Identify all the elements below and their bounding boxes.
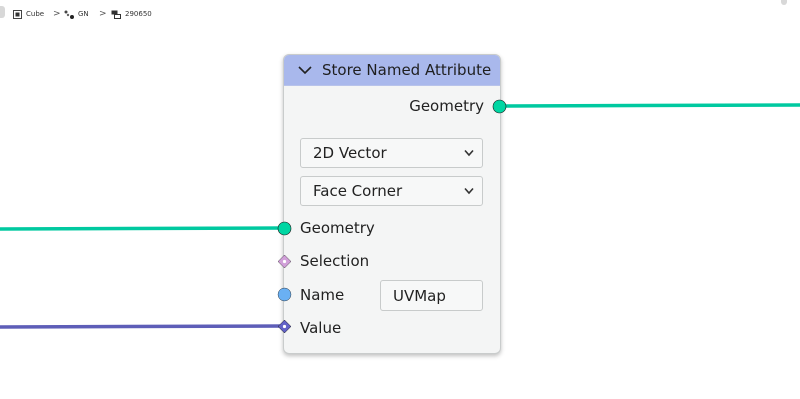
breadcrumb-label: 290650 <box>125 10 152 18</box>
geometry-nodes-icon <box>64 10 74 19</box>
node-header[interactable]: Store Named Attribute <box>284 55 500 86</box>
data-type-dropdown[interactable]: 2D Vector <box>300 138 483 168</box>
value-input-socket[interactable] <box>277 319 292 334</box>
chevron-down-icon <box>464 149 474 157</box>
breadcrumb-separator: > <box>99 9 107 19</box>
breadcrumb-label: Cube <box>26 10 45 18</box>
selection-input-socket[interactable] <box>277 254 292 269</box>
domain-value: Face Corner <box>313 182 403 200</box>
breadcrumb-separator: > <box>53 9 61 19</box>
store-named-attribute-node[interactable]: Store Named Attribute Geometry 2D Vector… <box>283 54 501 354</box>
breadcrumb-item-modifier[interactable]: GN <box>64 6 89 22</box>
domain-dropdown[interactable]: Face Corner <box>300 176 483 206</box>
chevron-down-icon <box>464 187 474 195</box>
input-value-label: Value <box>300 319 342 337</box>
geometry-input-link[interactable] <box>0 226 285 231</box>
name-input[interactable]: UVMap <box>380 280 483 311</box>
object-icon <box>13 9 22 19</box>
breadcrumb-label: GN <box>78 10 89 18</box>
input-selection-label: Selection <box>300 252 370 270</box>
name-input-value: UVMap <box>393 286 446 305</box>
left-panel-tab[interactable] <box>0 6 5 18</box>
data-type-value: 2D Vector <box>313 144 387 162</box>
value-input-link[interactable] <box>0 324 285 329</box>
breadcrumb-item-object[interactable]: Cube <box>13 6 44 22</box>
node-title: Store Named Attribute <box>322 61 492 79</box>
node-tree-icon <box>111 10 121 19</box>
geometry-output-socket[interactable] <box>492 99 507 114</box>
geometry-input-socket[interactable] <box>277 221 292 236</box>
geometry-output-link[interactable] <box>499 103 800 108</box>
input-name-label: Name <box>300 286 345 304</box>
collapse-chevron-icon[interactable] <box>298 65 312 75</box>
output-geometry-label: Geometry <box>409 97 484 115</box>
name-input-socket[interactable] <box>277 287 292 302</box>
input-geometry-label: Geometry <box>300 219 375 237</box>
breadcrumb-item-node-tree[interactable]: 290650 <box>111 6 152 22</box>
